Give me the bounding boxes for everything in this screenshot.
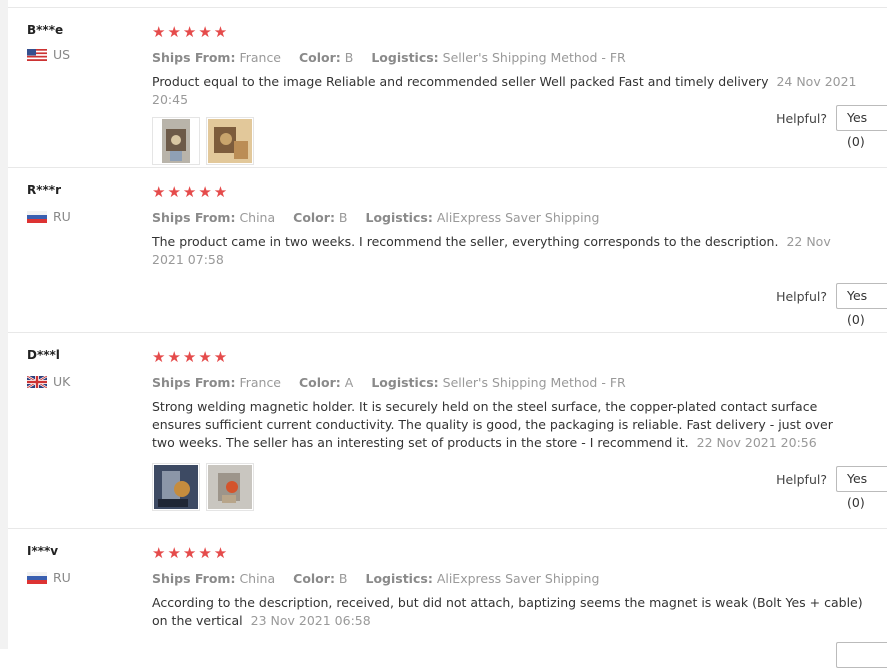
helpful-label: Helpful? — [776, 471, 827, 487]
ships-from-value: France — [239, 375, 282, 390]
review-meta: Ships From: France Color: A Logistics: S… — [152, 375, 882, 390]
star-rating: ★★★★★ — [152, 183, 230, 201]
logistics-label: Logistics: — [371, 375, 439, 390]
logistics-value: AliExpress Saver Shipping — [436, 210, 600, 225]
country-code: RU — [53, 209, 71, 224]
helpful-yes-button[interactable]: Yes (0) — [836, 105, 887, 149]
country-code: RU — [53, 570, 71, 585]
review-text: Strong welding magnetic holder. It is se… — [152, 398, 857, 452]
reviewer-name: D***l — [27, 348, 60, 362]
color-value: B — [344, 50, 354, 65]
color-label: Color: — [293, 571, 335, 586]
country-code: US — [53, 47, 71, 62]
color-label: Color: — [293, 210, 335, 225]
logistics-label: Logistics: — [365, 571, 433, 586]
helpful-yes-button[interactable]: Yes (0) — [836, 466, 887, 510]
review-text: The product came in two weeks. I recomme… — [152, 233, 842, 269]
helpful-section: Helpful? Yes (0) — [776, 466, 887, 510]
review-content: ★★★★★ Ships From: China Color: B Logisti… — [152, 544, 882, 630]
review-photo-icon — [162, 119, 190, 163]
reviewer-country: RU — [27, 209, 71, 224]
star-rating: ★★★★★ — [152, 348, 230, 366]
ru-flag-icon — [27, 571, 47, 584]
color-label: Color: — [299, 50, 341, 65]
ships-from-label: Ships From: — [152, 50, 236, 65]
review-content: ★★★★★ Ships From: China Color: B Logisti… — [152, 183, 882, 269]
reviewer-name: B***e — [27, 23, 64, 37]
helpful-section: Helpful? Yes (0) — [776, 105, 887, 149]
helpful-label: Helpful? — [776, 288, 827, 304]
review-content: ★★★★★ Ships From: France Color: A Logist… — [152, 348, 882, 511]
review-photo-thumbnail[interactable] — [152, 117, 200, 165]
logistics-label: Logistics: — [371, 50, 439, 65]
ships-from-value: China — [239, 210, 276, 225]
ships-from-label: Ships From: — [152, 210, 236, 225]
color-value: A — [344, 375, 354, 390]
color-value: B — [338, 571, 348, 586]
review-text: According to the description, received, … — [152, 594, 877, 630]
helpful-section — [836, 642, 887, 668]
review-meta: Ships From: China Color: B Logistics: Al… — [152, 210, 882, 225]
us-flag-icon — [27, 48, 47, 61]
review-item: I***v RU ★★★★★ Ships From: China Color: … — [8, 529, 887, 668]
ru-flag-icon — [27, 210, 47, 223]
reviewer-country: RU — [27, 570, 71, 585]
ships-from-label: Ships From: — [152, 375, 236, 390]
review-photo-icon — [208, 119, 252, 163]
ships-from-value: France — [239, 50, 282, 65]
logistics-label: Logistics: — [365, 210, 433, 225]
review-photo-icon — [208, 465, 252, 509]
review-photo-thumbnail[interactable] — [152, 463, 200, 511]
helpful-section: Helpful? Yes (0) — [776, 283, 887, 327]
review-photos — [152, 463, 882, 511]
review-photo-icon — [154, 465, 198, 509]
star-rating: ★★★★★ — [152, 544, 230, 562]
reviewer-name: I***v — [27, 544, 59, 558]
review-item: B***e US ★★★★★ Ships From: France Color:… — [8, 8, 887, 168]
review-date: 22 Nov 2021 20:56 — [696, 435, 817, 450]
country-code: UK — [53, 374, 71, 389]
review-text: Product equal to the image Reliable and … — [152, 73, 882, 109]
review-body: Product equal to the image Reliable and … — [152, 74, 769, 89]
left-frame — [0, 0, 8, 649]
review-date: 23 Nov 2021 06:58 — [250, 613, 371, 628]
review-photo-thumbnail[interactable] — [206, 463, 254, 511]
review-meta: Ships From: France Color: B Logistics: S… — [152, 50, 882, 65]
review-item: R***r RU ★★★★★ Ships From: China Color: … — [8, 168, 887, 333]
logistics-value: Seller's Shipping Method - FR — [442, 50, 626, 65]
helpful-yes-button[interactable] — [836, 642, 887, 668]
reviewer-country: US — [27, 47, 70, 62]
review-photos — [152, 117, 882, 165]
ships-from-label: Ships From: — [152, 571, 236, 586]
review-content: ★★★★★ Ships From: France Color: B Logist… — [152, 23, 882, 165]
reviewer-country: UK — [27, 374, 70, 389]
review-body: The product came in two weeks. I recomme… — [152, 234, 779, 249]
helpful-yes-button[interactable]: Yes (0) — [836, 283, 887, 327]
review-meta: Ships From: China Color: B Logistics: Al… — [152, 571, 882, 586]
review-item: D***l UK ★★★★★ Ships From: France Color:… — [8, 333, 887, 529]
uk-flag-icon — [27, 375, 47, 388]
color-value: B — [338, 210, 348, 225]
review-photo-thumbnail[interactable] — [206, 117, 254, 165]
color-label: Color: — [299, 375, 341, 390]
star-rating: ★★★★★ — [152, 23, 230, 41]
ships-from-value: China — [239, 571, 276, 586]
logistics-value: AliExpress Saver Shipping — [436, 571, 600, 586]
logistics-value: Seller's Shipping Method - FR — [442, 375, 626, 390]
reviewer-name: R***r — [27, 183, 61, 197]
helpful-label: Helpful? — [776, 110, 827, 126]
